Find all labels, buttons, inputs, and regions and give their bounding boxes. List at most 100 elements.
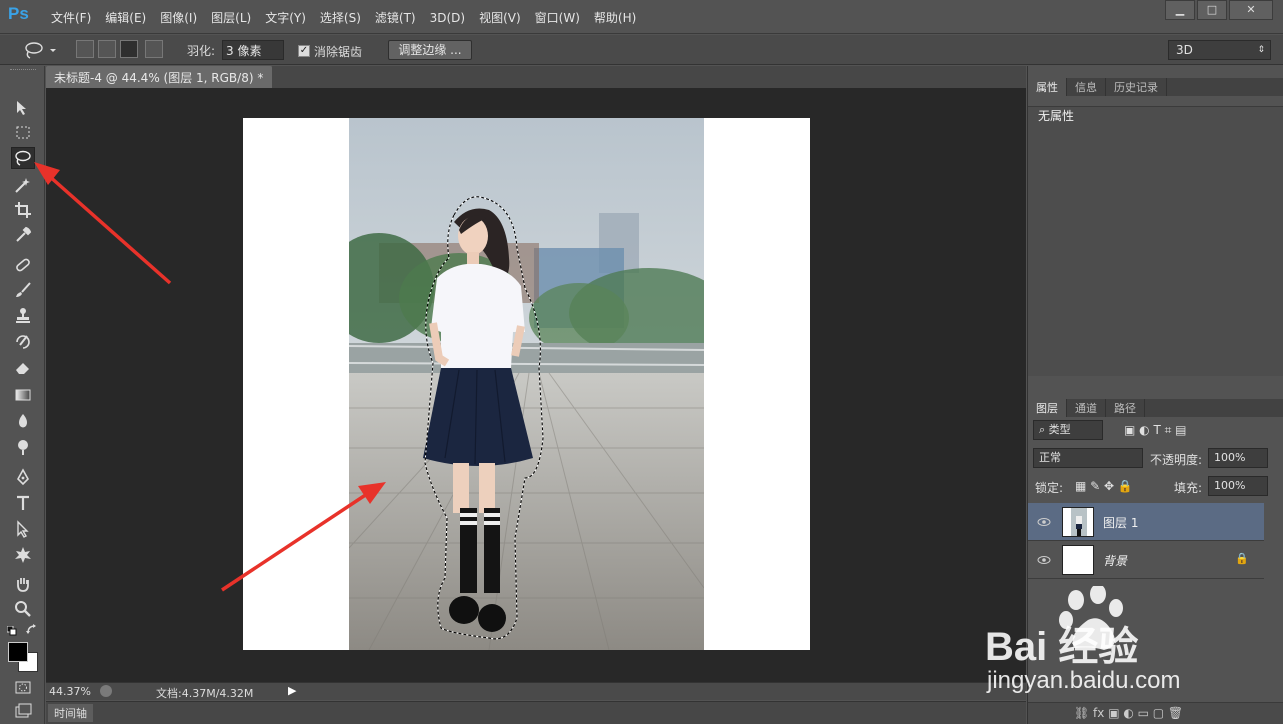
menu-layer[interactable]: 图层(L): [204, 9, 258, 27]
lock-label: 锁定:: [1035, 481, 1064, 495]
window-controls: ▁ □ ✕: [1165, 0, 1273, 20]
blend-mode-value: 正常: [1039, 451, 1061, 464]
menu-file[interactable]: 文件(F): [44, 9, 98, 27]
crop-tool-icon[interactable]: [11, 199, 35, 221]
menu-select[interactable]: 选择(S): [313, 9, 368, 27]
feather-input[interactable]: 3 像素: [222, 40, 284, 60]
clone-stamp-tool-icon[interactable]: [11, 304, 35, 326]
eyedropper-tool-icon[interactable]: [11, 224, 35, 246]
quick-mask-icon[interactable]: [11, 676, 35, 698]
tab-history[interactable]: 历史记录: [1106, 78, 1167, 96]
add-selection-mode[interactable]: [98, 40, 116, 58]
gradient-tool-icon[interactable]: [11, 384, 35, 406]
eraser-tool-icon[interactable]: [11, 356, 35, 378]
fill-label: 填充:: [1174, 481, 1203, 495]
magic-wand-tool-icon[interactable]: [11, 174, 35, 196]
foreground-color-swatch[interactable]: [8, 642, 28, 662]
options-bar: 羽化: 3 像素 ✓ 消除锯齿 调整边缘 ... 3D ⇕: [0, 35, 1283, 65]
layer-thumbnail: [1062, 507, 1094, 537]
zoom-tool-icon[interactable]: [11, 598, 35, 620]
menu-view[interactable]: 视图(V): [472, 9, 528, 27]
hand-tool-icon[interactable]: [11, 573, 35, 595]
visibility-eye-icon[interactable]: [1037, 515, 1051, 529]
minimize-button[interactable]: ▁: [1165, 0, 1195, 20]
tab-layers[interactable]: 图层: [1028, 399, 1067, 417]
panel-grip: [10, 69, 36, 71]
menu-filter[interactable]: 滤镜(T): [368, 9, 423, 27]
layer-name[interactable]: 背景: [1103, 552, 1127, 569]
tool-panel: [0, 66, 45, 724]
no-properties-label: 无属性: [1038, 109, 1075, 123]
screen-mode-icon[interactable]: [11, 700, 35, 722]
antialias-checkbox[interactable]: ✓ 消除锯齿: [298, 41, 362, 61]
pen-tool-icon[interactable]: [11, 466, 35, 488]
main-menu: 文件(F) 编辑(E) 图像(I) 图层(L) 文字(Y) 选择(S) 滤镜(T…: [44, 9, 643, 27]
layer-filter-select[interactable]: ⌕ 类型: [1033, 420, 1103, 440]
menu-window[interactable]: 窗口(W): [528, 9, 587, 27]
fill-input[interactable]: 100%: [1208, 476, 1268, 496]
layer-name[interactable]: 图层 1: [1103, 514, 1138, 531]
antialias-label: 消除锯齿: [314, 44, 363, 59]
move-tool-icon[interactable]: [11, 97, 35, 119]
brush-tool-icon[interactable]: [11, 279, 35, 301]
dodge-tool-icon[interactable]: [11, 436, 35, 458]
menu-type[interactable]: 文字(Y): [258, 9, 313, 27]
opacity-label: 不透明度:: [1150, 453, 1203, 467]
history-brush-tool-icon[interactable]: [11, 331, 35, 353]
blur-tool-icon[interactable]: [11, 410, 35, 432]
menu-help[interactable]: 帮助(H): [587, 9, 643, 27]
maximize-button[interactable]: □: [1197, 0, 1227, 20]
menu-3d[interactable]: 3D(D): [423, 9, 472, 27]
refine-edge-button[interactable]: 调整边缘 ...: [388, 40, 472, 60]
status-menu-arrow-icon[interactable]: ▶: [288, 684, 296, 697]
baidu-paw-logo: [1059, 586, 1123, 650]
type-tool-icon[interactable]: [11, 492, 35, 514]
custom-shape-tool-icon[interactable]: [11, 544, 35, 566]
subtract-selection-mode[interactable]: [120, 40, 138, 58]
tab-properties[interactable]: 属性: [1028, 78, 1067, 96]
fill-value: 100%: [1214, 479, 1246, 492]
baidu-url: jingyan.baidu.com: [987, 667, 1181, 694]
properties-panel-tabs: 属性 信息 历史记录: [1028, 78, 1283, 96]
marquee-tool-icon[interactable]: [11, 122, 35, 144]
photo-layer[interactable]: [349, 118, 704, 650]
filter-icons[interactable]: ▣ ◐ T ⌗ ▤: [1124, 423, 1187, 438]
document-tab[interactable]: 未标题-4 @ 44.4% (图层 1, RGB/8) * ×: [46, 66, 283, 88]
lasso-tool-icon[interactable]: [11, 147, 35, 169]
zoom-level[interactable]: 44.37%: [49, 685, 91, 698]
lasso-preset-icon[interactable]: [22, 40, 56, 60]
new-selection-mode[interactable]: [76, 40, 94, 58]
menu-image[interactable]: 图像(I): [153, 9, 204, 27]
healing-brush-tool-icon[interactable]: [11, 254, 35, 276]
path-selection-tool-icon[interactable]: [11, 518, 35, 540]
swap-colors-icon[interactable]: [26, 624, 38, 636]
status-info-icon[interactable]: [100, 685, 112, 697]
photoshop-logo: Ps: [8, 4, 29, 23]
lock-icons[interactable]: ▦ ✎ ✥ 🔒: [1075, 479, 1133, 493]
properties-body: 无属性: [1028, 106, 1283, 376]
filter-kind-value: 类型: [1048, 423, 1071, 436]
workspace-value: 3D: [1176, 43, 1193, 57]
menu-edit[interactable]: 编辑(E): [98, 9, 153, 27]
close-button[interactable]: ✕: [1229, 0, 1273, 20]
status-bar: 44.37% 文档:4.37M/4.32M ▶: [46, 682, 1026, 700]
intersect-selection-mode[interactable]: [145, 40, 163, 58]
workspace-select[interactable]: 3D ⇕: [1168, 40, 1271, 60]
layer-row-layer1[interactable]: 图层 1: [1028, 503, 1264, 541]
tab-paths[interactable]: 路径: [1106, 399, 1145, 417]
menu-bar: Ps 文件(F) 编辑(E) 图像(I) 图层(L) 文字(Y) 选择(S) 滤…: [0, 0, 1283, 34]
blend-mode-select[interactable]: 正常: [1033, 448, 1143, 468]
updown-icon: ⇕: [1257, 45, 1265, 55]
tab-info[interactable]: 信息: [1067, 78, 1106, 96]
default-colors-icon[interactable]: [6, 625, 17, 636]
visibility-eye-icon[interactable]: [1037, 553, 1051, 567]
timeline-tab[interactable]: 时间轴: [48, 704, 93, 722]
tab-channels[interactable]: 通道: [1067, 399, 1106, 417]
tab-strip: [272, 66, 1026, 88]
check-icon: ✓: [298, 45, 310, 57]
document-title: 未标题-4 @ 44.4% (图层 1, RGB/8) *: [54, 71, 264, 85]
opacity-input[interactable]: 100%: [1208, 448, 1268, 468]
layer-actions-icons[interactable]: ⛓ fx ▣ ◐ ▭ ▢ 🗑: [1074, 706, 1183, 720]
layers-panel-tabs: 图层 通道 路径: [1028, 399, 1283, 417]
layer-row-background[interactable]: 背景 🔒: [1028, 541, 1264, 579]
